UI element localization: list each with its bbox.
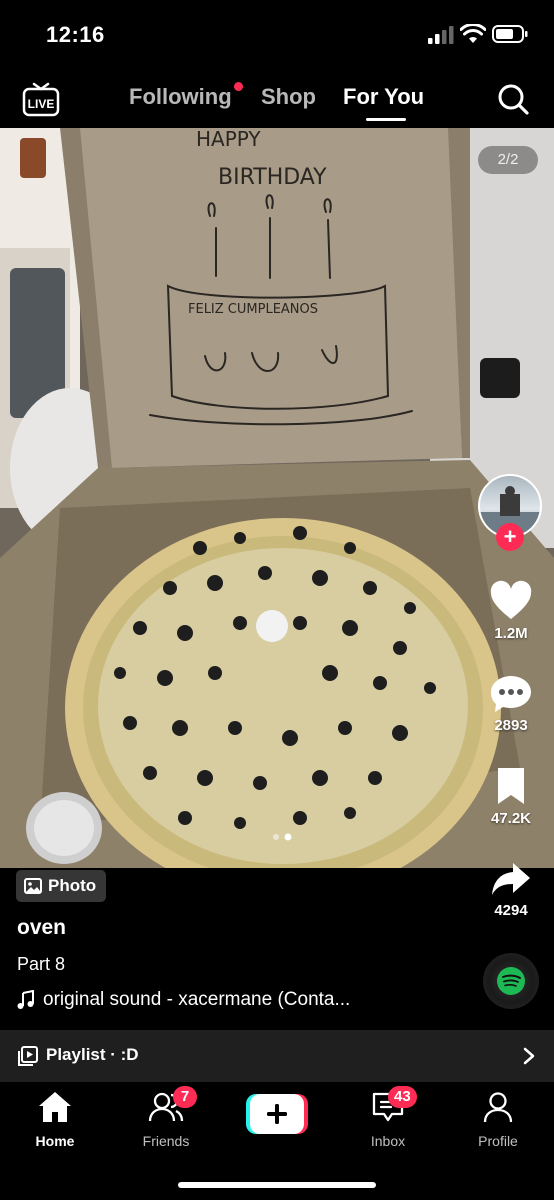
- signal-icon: [428, 26, 454, 44]
- comment-icon[interactable]: [489, 672, 533, 716]
- status-time: 12:16: [46, 22, 105, 47]
- likes-count: 1.2M: [494, 625, 528, 642]
- nav-home[interactable]: Home: [15, 1090, 95, 1149]
- nav-profile-label: Profile: [478, 1133, 518, 1149]
- tab-shop[interactable]: Shop: [261, 84, 316, 110]
- bookmark-icon[interactable]: [489, 764, 533, 808]
- nav-home-label: Home: [35, 1133, 75, 1149]
- share-icon[interactable]: [489, 857, 533, 901]
- spotify-icon: [497, 967, 525, 995]
- photo-counter: 2/2: [478, 146, 538, 174]
- home-icon: [39, 1092, 71, 1122]
- svg-text:HAPPY: HAPPY: [196, 128, 261, 151]
- heart-icon[interactable]: [489, 580, 533, 624]
- sound-link[interactable]: original sound - xacermane (Conta...: [17, 989, 350, 1011]
- image-icon: [24, 878, 42, 894]
- inbox-badge: 43: [388, 1086, 417, 1108]
- carousel-dots: [273, 833, 292, 841]
- create-button[interactable]: [246, 1094, 308, 1134]
- battery-icon: [492, 25, 528, 43]
- svg-text:FELIZ CUMPLEANOS: FELIZ CUMPLEANOS: [188, 302, 318, 317]
- friends-badge: 7: [173, 1086, 197, 1108]
- pizza-saver: [256, 610, 288, 642]
- tab-following[interactable]: Following: [129, 84, 232, 110]
- nav-profile[interactable]: Profile: [458, 1090, 538, 1149]
- pizza-box-illustration: HAPPY BIRTHDAY FELIZ CUMPLEANOS: [0, 128, 554, 868]
- nav-inbox-label: Inbox: [370, 1133, 406, 1149]
- music-disc[interactable]: [483, 953, 539, 1009]
- tab-for-you[interactable]: For You: [343, 84, 424, 110]
- following-new-dot: [234, 82, 243, 91]
- status-bar: 12:16: [0, 0, 554, 70]
- photo-badge-label: Photo: [48, 876, 97, 895]
- photo-badge: Photo: [16, 870, 107, 902]
- shares-count: 4294: [494, 902, 528, 919]
- live-icon[interactable]: LIVE: [22, 80, 60, 118]
- profile-icon: [483, 1092, 513, 1123]
- follow-button[interactable]: +: [496, 523, 524, 551]
- wifi-icon: [460, 24, 486, 43]
- chevron-right-icon: [523, 1047, 535, 1065]
- top-nav: LIVE Following Shop For You: [0, 70, 554, 128]
- comments-count: 2893: [494, 717, 528, 734]
- saves-count: 47.2K: [490, 810, 532, 827]
- svg-text:LIVE: LIVE: [28, 97, 55, 111]
- author-name[interactable]: oven: [17, 916, 66, 940]
- post-photo[interactable]: HAPPY BIRTHDAY FELIZ CUMPLEANOS: [0, 128, 554, 868]
- photo-counter-text: 2/2: [497, 151, 519, 168]
- playlist-icon: [18, 1046, 38, 1066]
- search-icon[interactable]: [496, 82, 530, 116]
- home-indicator[interactable]: [178, 1182, 376, 1188]
- post-description[interactable]: Part 8: [17, 954, 65, 975]
- sound-label: original sound - xacermane (Conta...: [43, 989, 351, 1010]
- nav-friends-label: Friends: [142, 1133, 190, 1149]
- playlist-bar[interactable]: Playlist · :D: [0, 1030, 554, 1082]
- playlist-label: Playlist · :D: [46, 1045, 139, 1064]
- active-tab-indicator: [366, 118, 406, 121]
- music-note-icon: [17, 990, 34, 1009]
- svg-text:BIRTHDAY: BIRTHDAY: [218, 165, 327, 190]
